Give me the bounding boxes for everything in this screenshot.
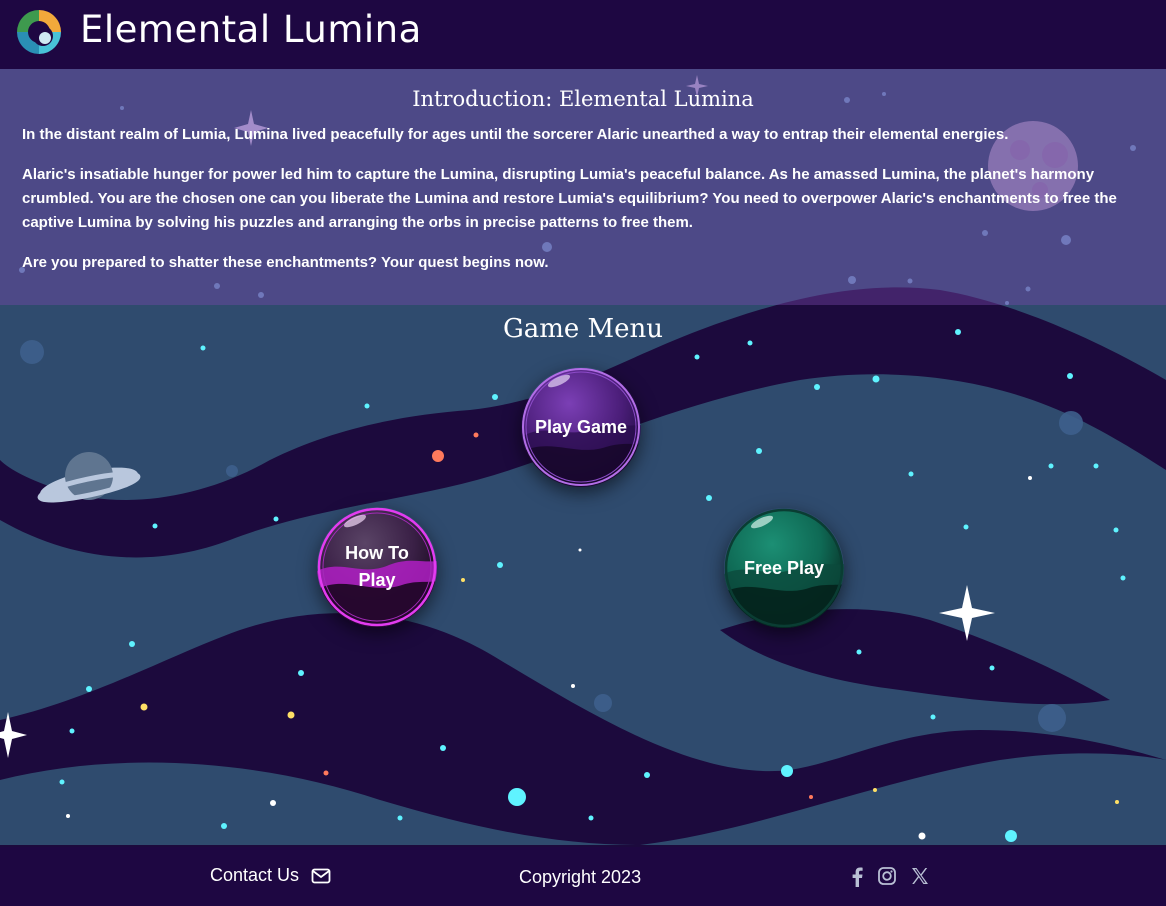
free-play-button[interactable]: Free Play [724,508,844,628]
free-play-label: Free Play [743,557,825,578]
copyright-text: Copyright 2023 [519,867,642,887]
site-header: Elemental Lumina [0,0,1166,69]
how-to-play-label: How To Play [345,543,409,590]
intro-paragraph-2: Alaric's insatiable hunger for power led… [22,166,1117,231]
play-game-label: Play Game [534,416,628,437]
contact-us-label: Contact Us [210,865,300,885]
intro-paragraph-3: Are you prepared to shatter these enchan… [22,254,549,271]
instagram-icon[interactable] [878,867,896,885]
facebook-icon[interactable] [850,867,864,887]
contact-us-link[interactable]: Contact Us [210,865,331,886]
intro-paragraph-1: In the distant realm of Lumia, Lumina li… [22,126,1009,143]
how-to-play-button[interactable]: How To Play [317,507,437,627]
x-twitter-icon[interactable] [911,867,929,885]
site-footer: Contact Us Copyright 2023 [0,847,1166,906]
site-title: Elemental Lumina [80,8,422,51]
envelope-icon [311,868,331,883]
swirl-logo-icon[interactable] [12,5,66,59]
game-menu-title: Game Menu [502,314,664,344]
intro-section: Introduction: Elemental Lumina In the di… [0,69,1166,305]
intro-title: Introduction: Elemental Lumina [412,87,754,111]
play-game-button[interactable]: Play Game [521,367,641,487]
